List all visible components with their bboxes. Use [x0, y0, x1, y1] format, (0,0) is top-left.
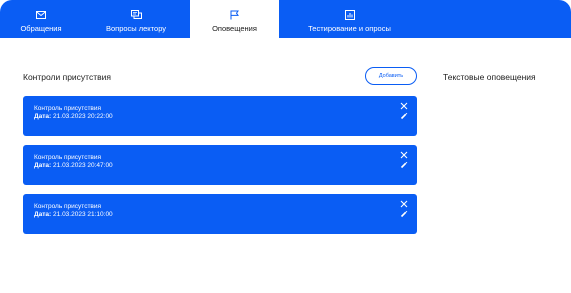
- card-date: Дата: 21.03.2023 21:10:00: [34, 211, 113, 218]
- mail-icon: [35, 9, 47, 21]
- card-title: Контроль присутствия: [34, 203, 102, 210]
- card-date: Дата: 21.03.2023 20:22:00: [34, 113, 113, 120]
- date-value: 21.03.2023 21:10:00: [53, 211, 113, 218]
- card-title: Контроль присутствия: [34, 105, 102, 112]
- attendance-card: Контроль присутствия Дата: 21.03.2023 21…: [23, 194, 417, 234]
- date-value: 21.03.2023 20:22:00: [53, 113, 113, 120]
- text-alerts-section-title: Текстовые оповещения: [443, 72, 536, 82]
- edit-icon[interactable]: [400, 112, 408, 120]
- tab-label: Вопросы лектору: [105, 24, 167, 33]
- tab-label: Оповещения: [212, 24, 257, 33]
- flag-icon: [229, 9, 241, 21]
- tab-testing-surveys[interactable]: Тестирование и опросы: [279, 0, 420, 38]
- tab-notifications[interactable]: Оповещения: [190, 0, 279, 38]
- attendance-section-title: Контроли присутствия: [23, 72, 111, 82]
- tab-label: Тестирование и опросы: [308, 24, 391, 33]
- date-label: Дата:: [34, 113, 52, 120]
- tab-appeals[interactable]: Обращения: [0, 0, 82, 38]
- date-label: Дата:: [34, 162, 52, 169]
- edit-icon[interactable]: [400, 161, 408, 169]
- tab-lecturer-questions[interactable]: Вопросы лектору: [82, 0, 190, 38]
- card-title: Контроль присутствия: [34, 154, 102, 161]
- tab-label: Обращения: [20, 24, 62, 33]
- chart-icon: [344, 9, 356, 21]
- date-value: 21.03.2023 20:47:00: [53, 162, 113, 169]
- edit-icon[interactable]: [400, 210, 408, 218]
- attendance-card: Контроль присутствия Дата: 21.03.2023 20…: [23, 145, 417, 185]
- add-button[interactable]: Добавить: [365, 67, 417, 85]
- close-icon[interactable]: [400, 151, 408, 159]
- attendance-card: Контроль присутствия Дата: 21.03.2023 20…: [23, 96, 417, 136]
- close-icon[interactable]: [400, 102, 408, 110]
- close-icon[interactable]: [400, 200, 408, 208]
- card-date: Дата: 21.03.2023 20:47:00: [34, 162, 113, 169]
- date-label: Дата:: [34, 211, 52, 218]
- chat-icon: [130, 9, 142, 21]
- tab-bar: Обращения Вопросы лектору Оповещения Тес…: [0, 0, 571, 38]
